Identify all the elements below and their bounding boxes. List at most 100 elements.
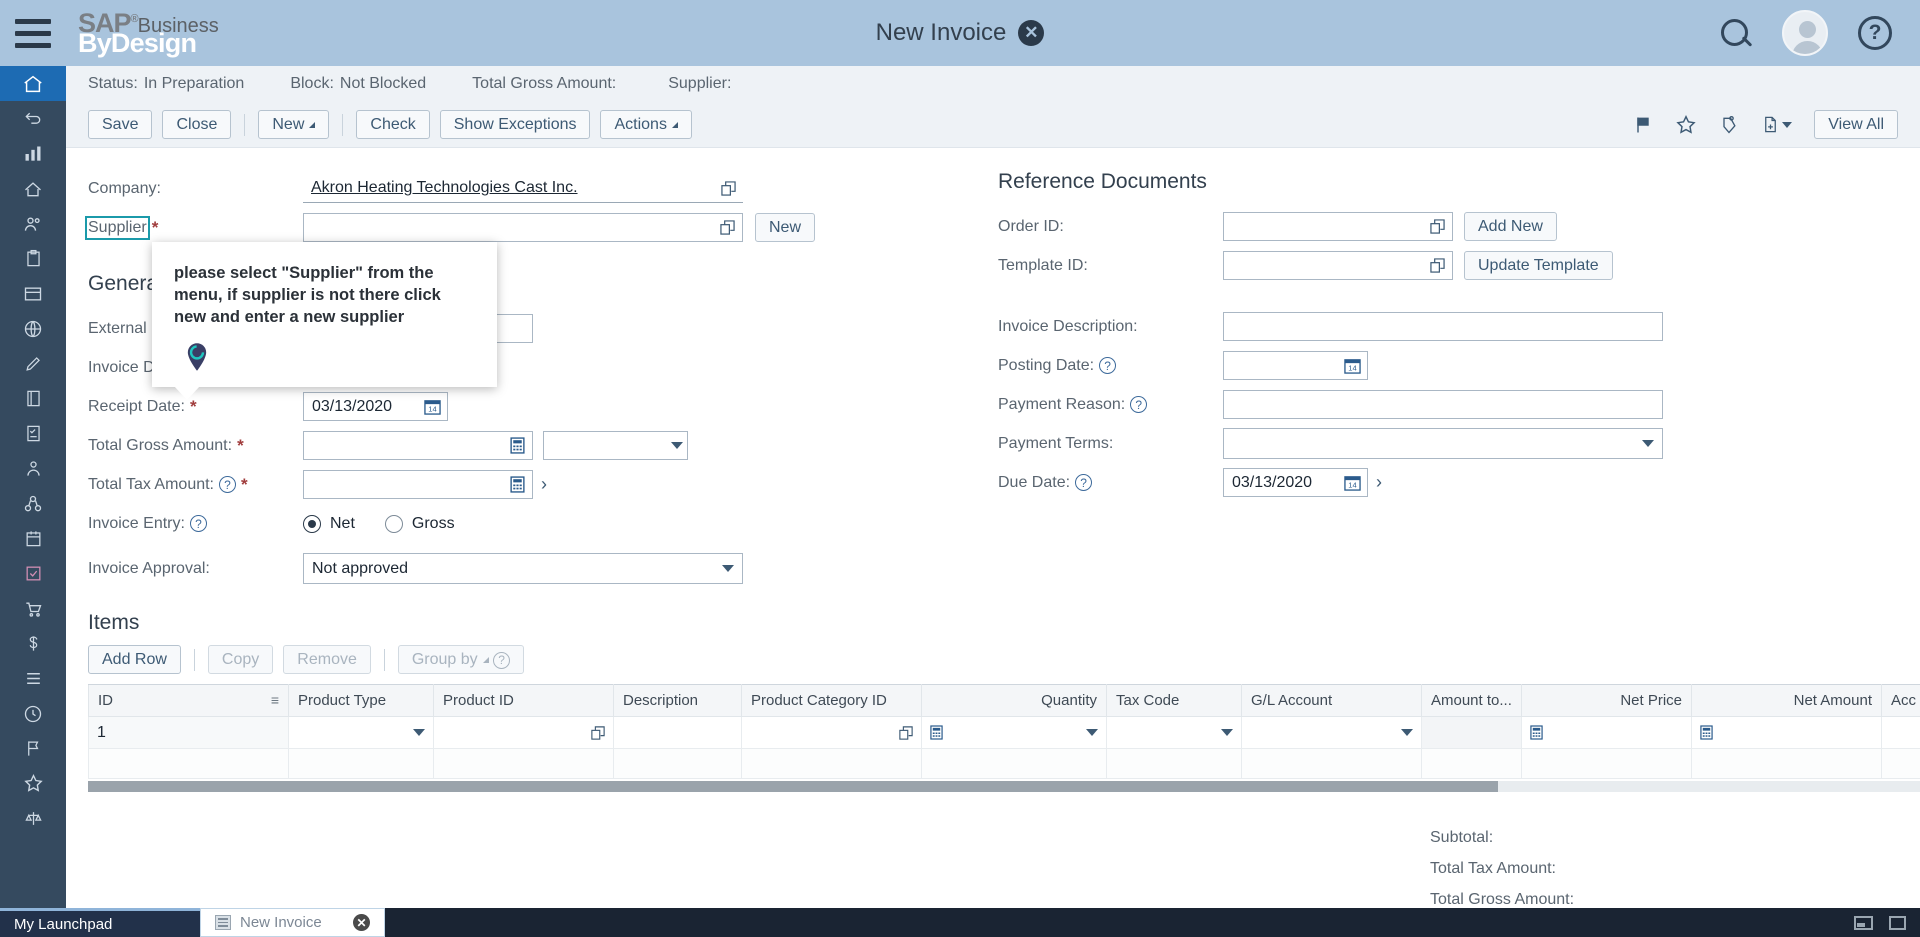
col-description[interactable]: Description (613, 684, 742, 717)
rail-item-favorites[interactable] (0, 766, 66, 801)
close-button[interactable]: Close (162, 110, 232, 139)
actions-button[interactable]: Actions (600, 110, 692, 139)
rail-item-checklist[interactable] (0, 416, 66, 451)
total-gross-currency-select[interactable] (543, 431, 688, 460)
taskbar-item-launchpad[interactable]: My Launchpad (0, 908, 200, 937)
rail-item-scale[interactable] (0, 801, 66, 836)
cell-description[interactable] (613, 716, 742, 749)
col-product-id[interactable]: Product ID (433, 684, 614, 717)
search-icon[interactable] (1718, 16, 1752, 50)
due-date-details-arrow-icon[interactable]: › (1368, 472, 1382, 493)
cell-tax-code[interactable] (1106, 716, 1242, 749)
receipt-date-input[interactable]: 03/13/2020 14 (303, 392, 448, 421)
avatar[interactable] (1782, 10, 1828, 56)
total-gross-amount-input[interactable] (303, 431, 533, 460)
cell-product-category-id[interactable] (741, 716, 922, 749)
order-id-input[interactable] (1223, 212, 1453, 241)
calculator-icon[interactable] (507, 435, 528, 456)
col-tax-code[interactable]: Tax Code (1106, 684, 1242, 717)
calculator-icon[interactable] (507, 474, 528, 495)
taskbar-item-new-invoice[interactable]: New Invoice ✕ (200, 908, 385, 937)
value-help-icon[interactable] (1427, 255, 1448, 276)
rail-item-calendar[interactable] (0, 521, 66, 556)
flag-icon[interactable] (1633, 115, 1653, 135)
rail-item-flag[interactable] (0, 731, 66, 766)
col-quantity[interactable]: Quantity (921, 684, 1107, 717)
rail-item-home[interactable] (0, 66, 66, 101)
maximize-icon[interactable] (1889, 915, 1906, 930)
save-button[interactable]: Save (88, 110, 153, 139)
table-row[interactable]: 1 (88, 716, 1920, 749)
cell-net-price[interactable] (1521, 716, 1692, 749)
scrollbar-thumb[interactable] (88, 781, 1498, 792)
rail-item-home-alt[interactable] (0, 171, 66, 206)
value-help-icon[interactable] (717, 217, 738, 238)
calendar-icon[interactable]: 14 (1342, 355, 1363, 376)
group-by-button[interactable]: Group by ? (397, 645, 525, 674)
template-id-input[interactable] (1223, 251, 1453, 280)
rail-item-card[interactable] (0, 276, 66, 311)
col-acc[interactable]: Acc (1881, 684, 1920, 717)
calendar-icon[interactable]: 14 (422, 396, 443, 417)
invoice-entry-gross-radio[interactable]: Gross (384, 514, 455, 533)
close-icon[interactable]: ✕ (353, 914, 370, 931)
rail-item-book[interactable] (0, 381, 66, 416)
col-net-amount[interactable]: Net Amount (1691, 684, 1882, 717)
add-new-button[interactable]: Add New (1464, 212, 1557, 241)
help-hint-icon[interactable]: ? (1099, 357, 1117, 374)
rail-item-cart[interactable] (0, 591, 66, 626)
show-exceptions-button[interactable]: Show Exceptions (439, 110, 591, 139)
help-icon[interactable]: ? (1858, 16, 1892, 50)
star-icon[interactable] (1675, 114, 1697, 136)
col-id[interactable]: ID ≡ (88, 684, 289, 717)
rail-item-person[interactable] (0, 451, 66, 486)
col-net-price[interactable]: Net Price (1521, 684, 1692, 717)
new-button[interactable]: New (258, 110, 330, 139)
rail-item-recent[interactable] (0, 101, 66, 136)
remove-button[interactable]: Remove (283, 645, 371, 674)
col-gl-account[interactable]: G/L Account (1241, 684, 1422, 717)
value-help-icon[interactable] (718, 178, 739, 199)
cell-product-id[interactable] (433, 716, 614, 749)
payment-reason-input[interactable] (1223, 390, 1663, 419)
cell-product-type[interactable] (288, 716, 434, 749)
rail-item-people[interactable] (0, 206, 66, 241)
help-hint-icon[interactable]: ? (1130, 396, 1148, 413)
invoice-approval-select[interactable]: Not approved (303, 553, 743, 584)
copy-button[interactable]: Copy (207, 645, 274, 674)
due-date-input[interactable]: 03/13/2020 14 (1223, 468, 1368, 497)
close-icon[interactable]: ✕ (1018, 20, 1045, 46)
invoice-entry-net-radio[interactable]: Net (303, 514, 355, 533)
col-product-type[interactable]: Product Type (288, 684, 434, 717)
view-all-button[interactable]: View All (1814, 110, 1898, 139)
invoice-description-input[interactable] (1223, 312, 1663, 341)
rail-item-globe[interactable] (0, 311, 66, 346)
sort-icon[interactable]: ≡ (271, 692, 279, 708)
check-button[interactable]: Check (356, 110, 430, 139)
rail-item-clipboard[interactable] (0, 241, 66, 276)
company-field[interactable]: Akron Heating Technologies Cast Inc. (303, 174, 743, 203)
posting-date-input[interactable]: 14 (1223, 351, 1368, 380)
rail-item-network[interactable] (0, 486, 66, 521)
rail-item-finance[interactable] (0, 626, 66, 661)
rail-item-list[interactable] (0, 661, 66, 696)
col-amount-to[interactable]: Amount to... (1421, 684, 1522, 717)
cell-net-amount[interactable] (1691, 716, 1882, 749)
rail-item-analytics[interactable] (0, 136, 66, 171)
supplier-new-button[interactable]: New (755, 213, 816, 242)
tax-details-arrow-icon[interactable]: › (533, 474, 547, 495)
tag-icon[interactable] (1719, 115, 1739, 135)
rail-item-approve[interactable] (0, 556, 66, 591)
total-tax-amount-input[interactable] (303, 470, 533, 499)
help-hint-icon[interactable]: ? (493, 651, 511, 669)
col-product-category-id[interactable]: Product Category ID (741, 684, 922, 717)
cell-quantity[interactable] (921, 716, 1107, 749)
add-document-icon[interactable] (1761, 115, 1793, 134)
cell-acc[interactable] (1881, 716, 1920, 749)
value-help-icon[interactable] (1427, 216, 1448, 237)
update-template-button[interactable]: Update Template (1464, 251, 1613, 280)
cell-gl-account[interactable] (1241, 716, 1422, 749)
help-hint-icon[interactable]: ? (219, 476, 236, 493)
rail-item-clock[interactable] (0, 696, 66, 731)
rail-item-edit[interactable] (0, 346, 66, 381)
